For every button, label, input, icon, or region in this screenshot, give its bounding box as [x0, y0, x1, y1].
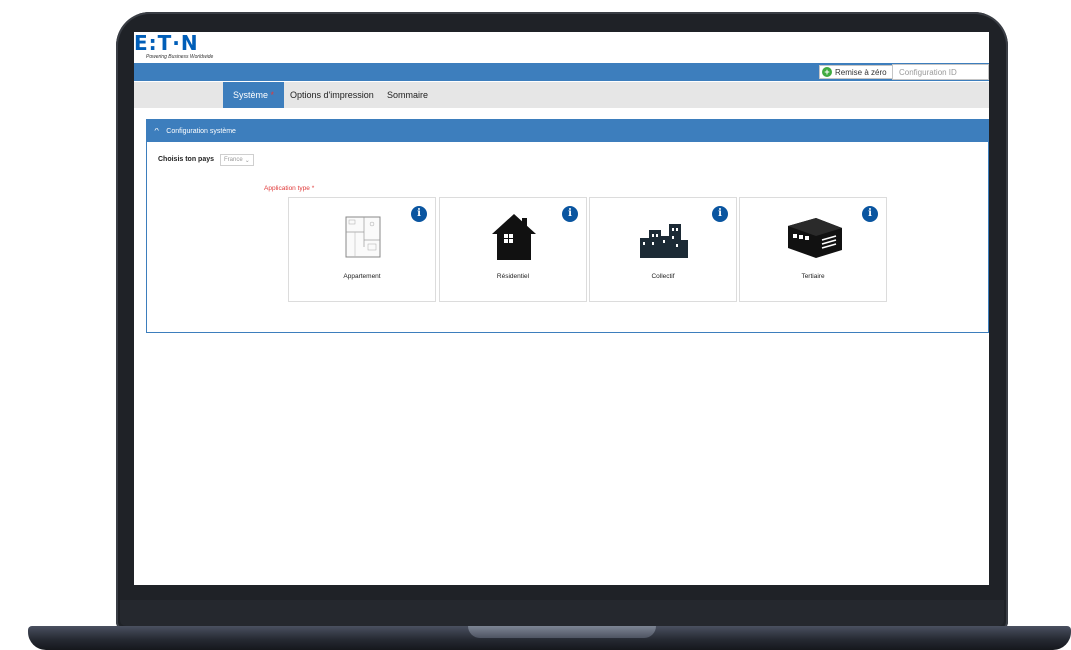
card-tertiaire[interactable]: i Tertiaire: [739, 197, 887, 302]
chevron-down-icon: ⌄: [244, 157, 250, 164]
required-marker: *: [270, 90, 275, 100]
card-label: Collectif: [651, 273, 675, 280]
country-label: Choisis ton pays: [158, 156, 215, 163]
tab-systeme[interactable]: Système *: [223, 82, 285, 108]
country-select-value: France: [224, 157, 243, 163]
application-type-label: Application type *: [264, 185, 315, 192]
info-icon[interactable]: i: [862, 206, 878, 222]
top-toolbar: + Remise à zéro: [134, 63, 989, 81]
card-residentiel[interactable]: i Résidentiel: [439, 197, 587, 302]
buildings-icon: [640, 224, 688, 258]
country-select[interactable]: France ⌄: [220, 154, 254, 166]
eaton-logo: E:T·N: [134, 32, 199, 55]
laptop-bezel: [120, 600, 1004, 626]
warehouse-icon: [788, 218, 842, 258]
plus-circle-icon: +: [822, 67, 832, 77]
info-icon[interactable]: i: [562, 206, 578, 222]
reset-button[interactable]: + Remise à zéro: [819, 65, 893, 79]
info-icon[interactable]: i: [411, 206, 427, 222]
screen: E:T·N Powering Business Worldwide + Remi…: [134, 32, 989, 585]
brand-header: E:T·N Powering Business Worldwide: [134, 32, 989, 63]
laptop-notch: [468, 626, 656, 638]
brand-tagline: Powering Business Worldwide: [146, 54, 214, 60]
tab-systeme-label: Système: [233, 90, 269, 100]
house-icon: [492, 214, 536, 260]
chevron-up-icon: ^: [154, 127, 159, 135]
info-icon[interactable]: i: [712, 206, 728, 222]
configuration-id-input[interactable]: [892, 64, 989, 80]
card-label: Appartement: [343, 273, 381, 280]
floorplan-icon: [345, 216, 381, 258]
tab-sommaire[interactable]: Sommaire: [387, 82, 428, 108]
reset-button-label: Remise à zéro: [835, 67, 887, 77]
panel-header[interactable]: ^ Configuration système: [147, 120, 988, 142]
card-collectif[interactable]: i Collectif: [589, 197, 737, 302]
tab-bar: Système * Options d'impression Sommaire: [134, 82, 989, 108]
card-label: Résidentiel: [496, 273, 530, 280]
tab-options-impression[interactable]: Options d'impression: [290, 82, 374, 108]
system-config-panel: ^ Configuration système Choisis ton pays…: [146, 119, 989, 333]
card-appartement[interactable]: i Appartement: [288, 197, 436, 302]
card-label: Tertiaire: [801, 273, 825, 280]
panel-title: Configuration système: [166, 127, 236, 135]
